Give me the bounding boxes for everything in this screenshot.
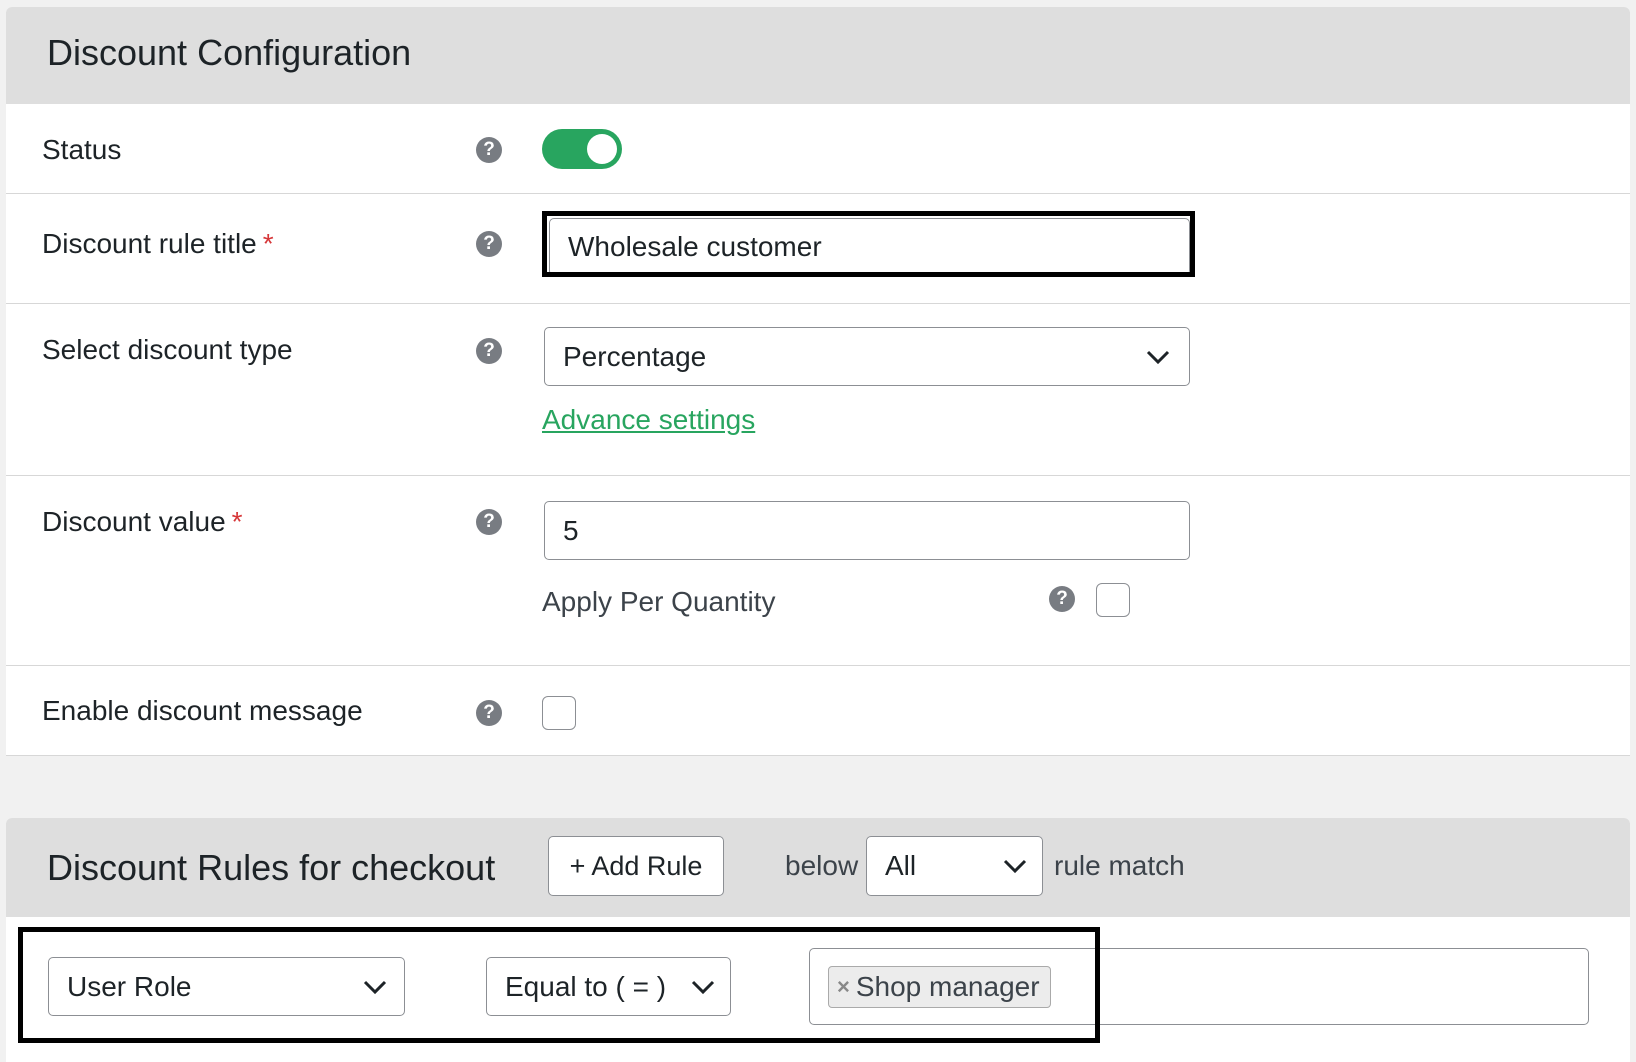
chevron-down-icon bbox=[1146, 350, 1170, 364]
rule-row: User Role Equal to ( = ) × Shop manager bbox=[6, 917, 1630, 1062]
discount-value-value: 5 bbox=[563, 514, 579, 546]
toggle-knob bbox=[587, 134, 617, 164]
title-highlight-box bbox=[542, 211, 1195, 277]
title-label-text: Discount rule title bbox=[42, 228, 257, 259]
help-icon[interactable]: ? bbox=[476, 231, 502, 257]
discount-value-row: Discount value * ? 5 Apply Per Quantity ? bbox=[6, 476, 1630, 666]
rule-match-select[interactable]: All bbox=[866, 836, 1043, 896]
discount-message-checkbox[interactable] bbox=[542, 696, 576, 730]
discount-type-value: Percentage bbox=[563, 340, 707, 372]
rule-match-label: rule match bbox=[1054, 850, 1185, 881]
title-label: Discount rule title * bbox=[42, 228, 274, 260]
help-icon[interactable]: ? bbox=[476, 509, 502, 535]
status-label: Status bbox=[42, 134, 122, 165]
help-icon[interactable]: ? bbox=[476, 137, 502, 163]
rule-match-value: All bbox=[885, 850, 917, 881]
discount-rules-panel: Discount Rules for checkout + Add Rule b… bbox=[6, 818, 1630, 1062]
chevron-down-icon bbox=[1003, 859, 1027, 874]
advance-settings-link[interactable]: Advance settings bbox=[542, 404, 755, 436]
status-row: Status ? bbox=[6, 104, 1630, 194]
below-label: below bbox=[785, 850, 859, 881]
help-icon[interactable]: ? bbox=[1049, 586, 1075, 612]
discount-value-label-text: Discount value bbox=[42, 506, 226, 537]
apply-per-quantity-checkbox[interactable] bbox=[1096, 583, 1130, 617]
discount-value-label: Discount value * bbox=[42, 506, 243, 538]
help-icon[interactable]: ? bbox=[476, 700, 502, 726]
discount-type-label: Select discount type bbox=[42, 334, 293, 365]
discount-type-select[interactable]: Percentage bbox=[544, 327, 1190, 386]
add-rule-button[interactable]: + Add Rule bbox=[548, 836, 724, 896]
discount-type-row: Select discount type ? Percentage Advanc… bbox=[6, 304, 1630, 476]
discount-message-label: Enable discount message bbox=[42, 695, 363, 726]
required-mark: * bbox=[231, 506, 243, 537]
title-row: Discount rule title * ? Wholesale custome… bbox=[6, 194, 1630, 304]
required-mark: * bbox=[262, 228, 274, 259]
help-icon[interactable]: ? bbox=[476, 338, 502, 364]
panel-title: Discount Configuration bbox=[47, 32, 412, 73]
discount-configuration-panel: Discount Configuration Status ? Discount… bbox=[6, 7, 1630, 756]
panel-title: Discount Rules for checkout bbox=[47, 847, 496, 888]
discount-value-input[interactable]: 5 bbox=[544, 501, 1190, 560]
apply-per-quantity-label: Apply Per Quantity bbox=[542, 586, 776, 617]
panel-header: Discount Rules for checkout + Add Rule b… bbox=[6, 818, 1630, 917]
panel-header: Discount Configuration bbox=[6, 7, 1630, 104]
rule-highlight-box bbox=[18, 927, 1100, 1043]
status-toggle[interactable] bbox=[542, 129, 622, 169]
discount-message-row: Enable discount message ? bbox=[6, 666, 1630, 756]
